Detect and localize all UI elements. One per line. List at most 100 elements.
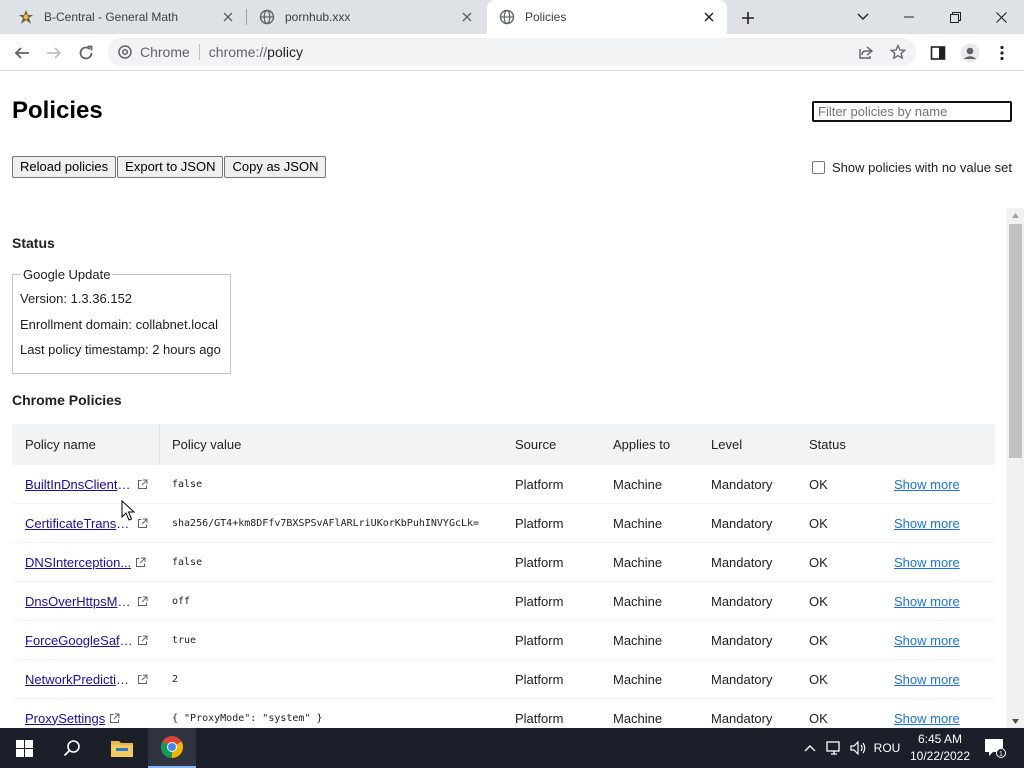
policy-source-cell: Platform <box>515 632 564 648</box>
kebab-menu-icon[interactable] <box>988 39 1016 67</box>
export-json-button[interactable]: Export to JSON <box>117 156 224 178</box>
external-link-icon[interactable] <box>137 635 148 646</box>
show-no-value-checkbox[interactable] <box>812 161 825 174</box>
chip-label: Chrome <box>140 44 190 60</box>
policy-name-link[interactable]: ProxySettings <box>25 711 105 726</box>
policy-level-cell: Mandatory <box>711 632 773 648</box>
show-more-link[interactable]: Show more <box>894 633 960 648</box>
tab-b-central[interactable]: B-Central - General Math <box>0 0 246 34</box>
reload-button[interactable] <box>72 39 100 67</box>
policy-applies-cell: Machine <box>613 671 663 687</box>
site-info-chip[interactable]: Chrome <box>118 44 190 60</box>
table-row: DnsOverHttpsMo... off Platform Machine Manda… <box>12 582 995 621</box>
system-clock[interactable]: 6:45 AM 10/22/2022 <box>905 731 975 765</box>
show-more-link[interactable]: Show more <box>894 516 960 531</box>
filter-policies-input[interactable] <box>812 101 1012 122</box>
policy-name-link[interactable]: BuiltInDnsClientE... <box>25 477 133 492</box>
url-scheme: chrome:// <box>208 44 268 60</box>
header-status: Status <box>809 437 846 452</box>
network-icon[interactable] <box>824 728 844 768</box>
show-no-value-toggle[interactable]: Show policies with no value set <box>812 160 1012 175</box>
external-link-icon[interactable] <box>137 479 148 490</box>
scroll-up-arrow-icon[interactable] <box>1007 208 1024 222</box>
table-row: NetworkPredictio... 2 Platform Machine Manda… <box>12 660 995 699</box>
clock-time: 6:45 AM <box>917 732 963 746</box>
tab-title: pornhub.xxx <box>285 10 351 24</box>
external-link-icon[interactable] <box>137 674 148 685</box>
policy-value-cell: false <box>172 556 203 568</box>
show-more-link[interactable]: Show more <box>894 555 960 570</box>
tab-search-button[interactable] <box>840 0 886 34</box>
profile-avatar-icon[interactable] <box>956 39 984 67</box>
show-more-link[interactable]: Show more <box>894 594 960 609</box>
external-link-icon[interactable] <box>137 518 148 529</box>
volume-icon[interactable] <box>848 728 868 768</box>
version-text: Version: 1.3.36.152 <box>20 291 133 306</box>
table-row: CertificateTransp... sha256/GT4+km8DFfv7B… <box>12 504 995 543</box>
show-more-cell: Show more <box>894 633 994 648</box>
page-title: Policies <box>12 97 103 124</box>
tab-policies[interactable]: Policies <box>487 0 727 34</box>
external-link-icon[interactable] <box>109 713 120 724</box>
notification-icon[interactable]: 1 <box>980 728 1010 768</box>
forward-button[interactable] <box>40 39 68 67</box>
show-hidden-icons-icon[interactable] <box>800 728 820 768</box>
b-central-icon <box>18 9 34 25</box>
new-tab-button[interactable] <box>736 6 760 30</box>
close-tab-icon[interactable] <box>701 9 717 25</box>
windows-start-icon[interactable] <box>0 728 48 768</box>
policy-level-cell: Mandatory <box>711 554 773 570</box>
bookmark-star-icon[interactable] <box>889 43 907 61</box>
policy-name-cell: ProxySettings <box>12 711 159 726</box>
policy-name-link[interactable]: ForceGoogleSafe... <box>25 633 133 648</box>
show-more-cell: Show more <box>894 477 994 492</box>
show-more-link[interactable]: Show more <box>894 477 960 492</box>
page-scrollbar[interactable] <box>1007 208 1024 728</box>
close-window-button[interactable] <box>978 0 1024 34</box>
back-button[interactable] <box>8 39 36 67</box>
policy-status-cell: OK <box>809 554 828 570</box>
policy-name-link[interactable]: NetworkPredictio... <box>25 672 133 687</box>
close-tab-icon[interactable] <box>459 9 475 25</box>
external-link-icon[interactable] <box>137 596 148 607</box>
reload-policies-button[interactable]: Reload policies <box>12 156 117 178</box>
url-text: chrome://policy <box>209 44 303 60</box>
tab-strip: B-Central - General Math pornhub.xxx Pol… <box>0 0 1024 34</box>
policy-name-cell: NetworkPredictio... <box>12 672 159 687</box>
scrollbar-thumb[interactable] <box>1009 224 1022 458</box>
policy-applies-cell: Machine <box>613 554 663 570</box>
policy-name-link[interactable]: DnsOverHttpsMo... <box>25 594 133 609</box>
policy-name-link[interactable]: CertificateTransp... <box>25 516 133 531</box>
chrome-taskbar-icon[interactable] <box>148 728 196 768</box>
enrollment-text: Enrollment domain: collabnet.local <box>20 317 218 332</box>
policy-level-cell: Mandatory <box>711 710 773 726</box>
show-more-link[interactable]: Show more <box>894 711 960 726</box>
restore-button[interactable] <box>932 0 978 34</box>
policy-source-cell: Platform <box>515 515 564 531</box>
table-header: Policy name Policy value Source Applies … <box>12 424 995 465</box>
minimize-button[interactable] <box>886 0 932 34</box>
header-policy-name: Policy name <box>25 437 96 452</box>
input-language-indicator[interactable]: ROU <box>872 728 902 768</box>
tab-title: Policies <box>525 10 567 24</box>
show-more-cell: Show more <box>894 516 994 531</box>
browser-toolbar: Chrome chrome://policy <box>0 34 1024 71</box>
policy-source-cell: Platform <box>515 671 564 687</box>
search-icon[interactable] <box>48 728 96 768</box>
policies-table: Policy name Policy value Source Applies … <box>12 424 995 728</box>
side-panel-icon[interactable] <box>924 39 952 67</box>
tab-second[interactable]: pornhub.xxx <box>247 0 485 34</box>
share-icon[interactable] <box>857 43 875 61</box>
address-bar[interactable]: Chrome chrome://policy <box>108 38 916 66</box>
scroll-down-arrow-icon[interactable] <box>1007 714 1024 728</box>
external-link-icon[interactable] <box>135 557 146 568</box>
show-more-link[interactable]: Show more <box>894 672 960 687</box>
policy-source-cell: Platform <box>515 710 564 726</box>
file-explorer-icon[interactable] <box>98 728 146 768</box>
policy-name-link[interactable]: DNSInterception... <box>25 555 131 570</box>
copy-json-button[interactable]: Copy as JSON <box>224 156 327 178</box>
policy-name-cell: DNSInterception... <box>12 555 159 570</box>
policy-level-cell: Mandatory <box>711 593 773 609</box>
chrome-icon <box>118 45 132 59</box>
close-tab-icon[interactable] <box>220 9 236 25</box>
